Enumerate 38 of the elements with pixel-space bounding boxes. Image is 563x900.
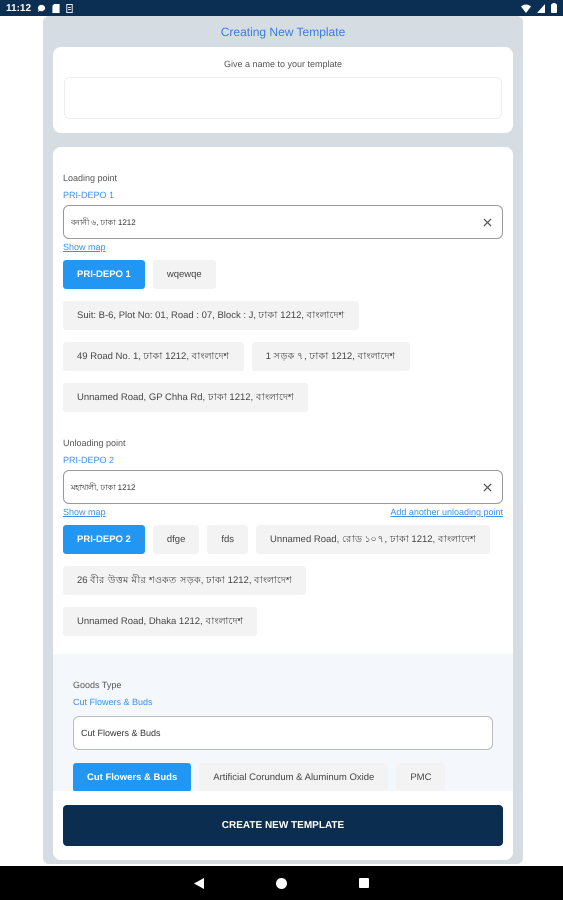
option-chip[interactable]: PMC <box>396 763 446 792</box>
option-chip[interactable]: Suit: B-6, Plot No: 01, Road : 07, Block : J, ঢাকা 1212, বাংলাদেশ <box>63 301 359 330</box>
name-label: Give a name to your template <box>224 59 342 69</box>
selected-depot: PRI-DEPO 2 <box>63 455 116 465</box>
address-field[interactable]: মহাখালী, ঢাকা 1212 <box>63 470 503 504</box>
section-label: Goods Type <box>73 680 122 690</box>
selected-depot: PRI-DEPO 1 <box>63 190 116 200</box>
section-label: Unloading point <box>63 438 127 448</box>
create-template-button[interactable]: CREATE NEW TEMPLATE <box>63 805 503 846</box>
option-chip[interactable]: 26 বীর উত্তম মীর শওকত সড়ক, ঢাকা 1212, বাংলাদেশ <box>63 566 306 595</box>
option-chip[interactable]: 1 সড়ক ৭, ঢাকা 1212, বাংলাদেশ <box>252 342 410 371</box>
option-chip[interactable]: fds <box>207 525 248 554</box>
file-icon <box>66 4 74 12</box>
field-value: মহাখালী, ঢাকা 1212 <box>71 482 136 494</box>
field-value: বনানী ৬, ঢাকা 1212 <box>71 216 137 228</box>
home-icon[interactable] <box>276 878 287 888</box>
selected-goods: Cut Flowers & Buds <box>73 697 154 707</box>
option-chip[interactable]: Unnamed Road, Dhaka 1212, বাংলাদেশ <box>63 607 258 636</box>
clock: 11:12 <box>6 2 32 14</box>
section-label: Loading point <box>63 173 118 183</box>
option-chip[interactable]: 49 Road No. 1, ঢাকা 1212, বাংলাদেশ <box>63 342 244 371</box>
wifi-icon <box>521 4 531 12</box>
signal-icon <box>537 4 545 12</box>
goods-field[interactable]: Cut Flowers & Buds <box>73 716 493 750</box>
sd-card-icon <box>52 4 60 12</box>
clear-icon[interactable] <box>483 218 492 226</box>
page-title: Creating New Template <box>220 24 346 41</box>
option-chip[interactable]: wqewqe <box>152 260 216 289</box>
field-value: Cut Flowers & Buds <box>81 728 162 738</box>
option-chip[interactable]: Unnamed Road, GP Chha Rd, ঢাকা 1212, বাংলাদেশ <box>63 383 308 412</box>
option-chip[interactable]: Unnamed Road, রোড ১০৭, ঢাকা 1212, বাংলাদেশ <box>256 525 490 554</box>
clear-icon[interactable] <box>483 482 492 492</box>
back-icon[interactable] <box>194 878 204 888</box>
battery-icon <box>551 3 557 13</box>
option-chip[interactable]: Artificial Corundum & Aluminum Oxide <box>199 763 388 792</box>
option-chip[interactable]: dfge <box>152 525 200 554</box>
address-field[interactable]: বনানী ৬, ঢাকা 1212 <box>63 205 503 239</box>
chat-icon <box>37 4 46 12</box>
